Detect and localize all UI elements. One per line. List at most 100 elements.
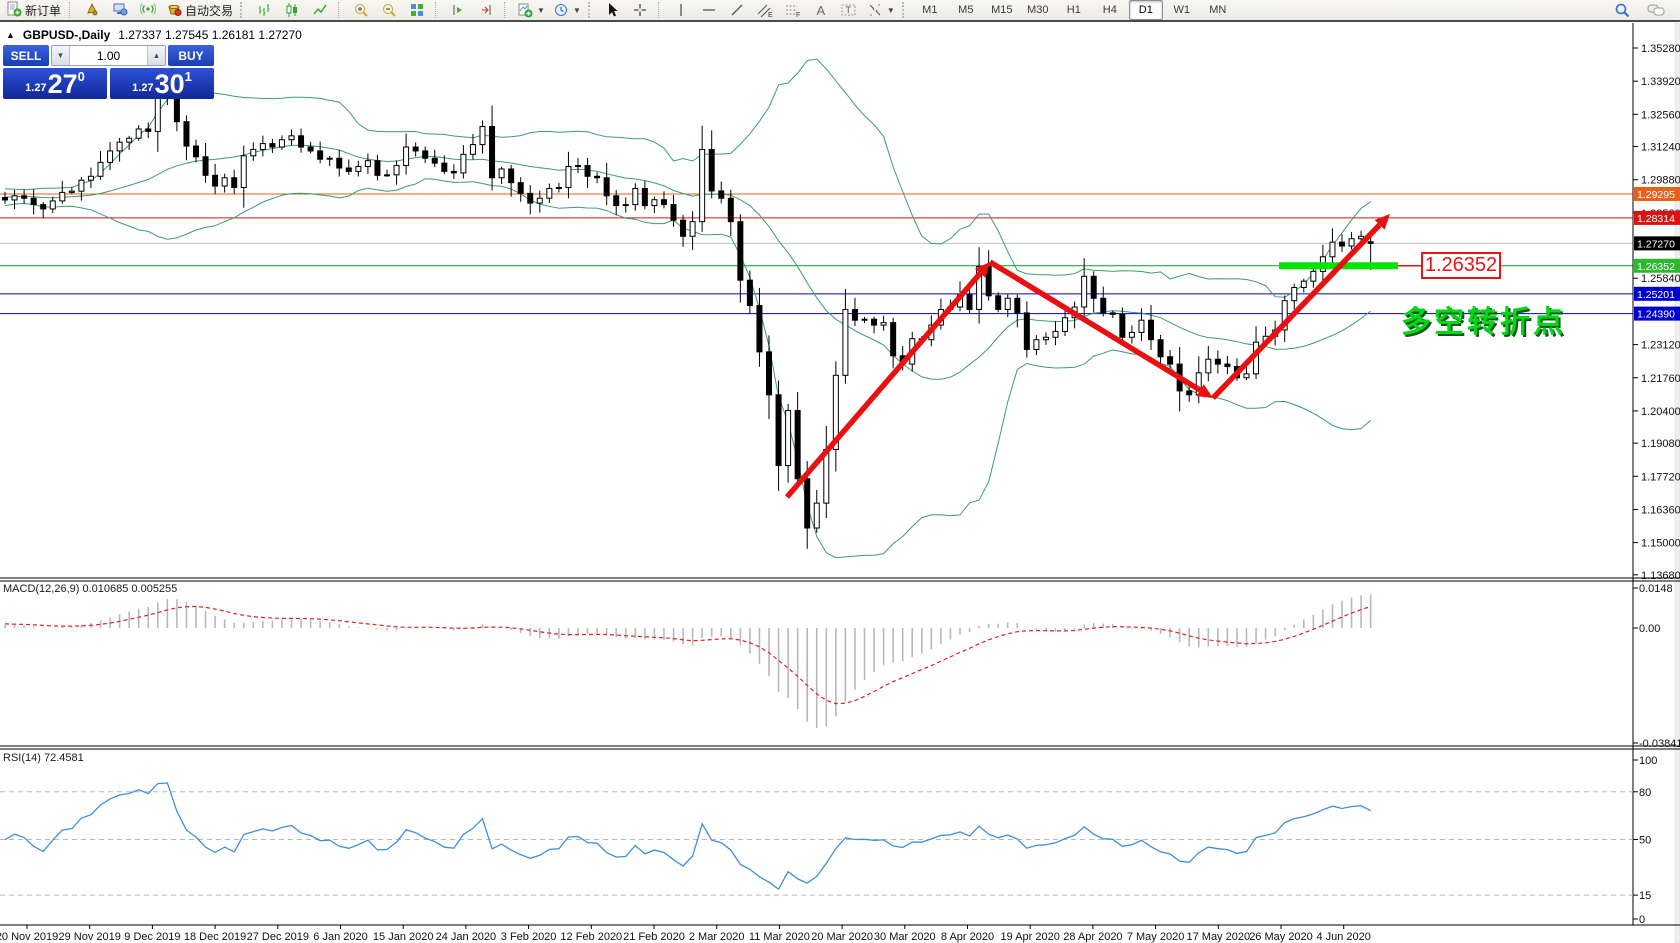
candlestick-chart-button[interactable]	[278, 0, 306, 21]
sell-price-big: 27	[48, 72, 78, 97]
search-button[interactable]	[1608, 0, 1636, 21]
svg-text:30 Mar 2020: 30 Mar 2020	[874, 931, 936, 943]
periods-button[interactable]: ▼	[549, 0, 585, 21]
timeframe-button-W1[interactable]: W1	[1165, 0, 1199, 20]
volume-increase-button[interactable]: ▲	[147, 46, 165, 65]
sell-price-sup: 0	[78, 69, 85, 84]
svg-text:1.35280: 1.35280	[1641, 43, 1680, 55]
svg-text:20 Mar 2020: 20 Mar 2020	[811, 931, 873, 943]
toolbar-grip	[240, 2, 247, 18]
svg-text:0.0148: 0.0148	[1639, 583, 1673, 595]
alerts-button[interactable]	[78, 0, 106, 21]
signals-button[interactable]	[134, 0, 162, 21]
equidistant-channel-button[interactable]: E	[751, 0, 779, 21]
zoom-in-button[interactable]	[347, 0, 375, 21]
volume-decrease-button[interactable]: ▼	[52, 46, 70, 65]
arrows-objects-button[interactable]: ▼	[863, 0, 899, 21]
chart-shift-button[interactable]	[472, 0, 500, 21]
svg-text:2 Mar 2020: 2 Mar 2020	[689, 931, 745, 943]
horizontal-line-button[interactable]	[695, 0, 723, 21]
timeframe-button-M30[interactable]: M30	[1021, 0, 1055, 20]
svg-text:1.33920: 1.33920	[1641, 76, 1680, 88]
trendline-button[interactable]	[723, 0, 751, 21]
svg-text:24 Jan 2020: 24 Jan 2020	[436, 931, 497, 943]
svg-text:15 Jan 2020: 15 Jan 2020	[373, 931, 434, 943]
tile-windows-button[interactable]	[403, 0, 431, 21]
autotrading-icon	[166, 1, 182, 20]
svg-text:1.19080: 1.19080	[1641, 438, 1680, 450]
volume-stepper: ▼ 1.00 ▲	[51, 45, 166, 66]
svg-text:1.25840: 1.25840	[1641, 273, 1680, 285]
svg-text:1.15000: 1.15000	[1641, 538, 1680, 550]
timeframe-toolbar: M1M5M15M30H1H4D1W1MN	[912, 0, 1236, 21]
sell-price-box[interactable]: 1.27 27 0	[3, 68, 107, 99]
svg-text:4 Jun 2020: 4 Jun 2020	[1316, 931, 1370, 943]
chart-canvas[interactable]: 1.352801.339201.325601.312401.298801.285…	[0, 0, 1680, 943]
new-order-label: 新订单	[25, 2, 61, 19]
buy-price-sup: 1	[185, 69, 192, 84]
buy-button[interactable]: BUY	[168, 45, 214, 66]
bell-icon	[84, 1, 100, 20]
svg-text:7 May 2020: 7 May 2020	[1127, 931, 1184, 943]
sell-price-small: 1.27	[25, 82, 46, 94]
svg-text:19 Apr 2020: 19 Apr 2020	[1001, 931, 1060, 943]
toolbar-grip	[902, 2, 909, 18]
bar-chart-button[interactable]	[250, 0, 278, 21]
dropdown-caret-icon: ▼	[537, 6, 545, 15]
svg-text:18 Dec 2019: 18 Dec 2019	[184, 931, 246, 943]
dropdown-caret-icon: ▼	[887, 6, 895, 15]
rsi-label: RSI(14) 72.4581	[3, 752, 84, 764]
timeframe-button-M1[interactable]: M1	[913, 0, 947, 20]
main-toolbar: 新订单 自动交易 ▼	[0, 0, 1680, 22]
svg-text:6 Jan 2020: 6 Jan 2020	[313, 931, 367, 943]
terminal-button[interactable]	[106, 0, 134, 21]
svg-text:1.16360: 1.16360	[1641, 504, 1680, 516]
svg-text:15: 15	[1639, 890, 1651, 902]
indicators-button[interactable]: ▼	[513, 0, 549, 21]
text-button[interactable]: A	[807, 0, 835, 21]
vertical-line-button[interactable]	[667, 0, 695, 21]
buy-price-small: 1.27	[132, 82, 153, 94]
timeframe-button-M15[interactable]: M15	[985, 0, 1019, 20]
timeframe-button-MN[interactable]: MN	[1201, 0, 1235, 20]
svg-text:8 Apr 2020: 8 Apr 2020	[941, 931, 994, 943]
svg-text:100: 100	[1639, 755, 1657, 767]
chat-button[interactable]	[1642, 0, 1670, 21]
text-icon: A	[817, 4, 826, 17]
symbol-period-label: GBPUSD-,Daily	[23, 28, 110, 42]
sell-button[interactable]: SELL	[3, 45, 49, 66]
svg-text:1.25201: 1.25201	[1637, 289, 1675, 301]
toolbar-separator	[504, 2, 509, 18]
toolbar-right-icons	[1608, 0, 1678, 21]
svg-text:26 May 2020: 26 May 2020	[1249, 931, 1313, 943]
svg-text:F: F	[796, 12, 800, 18]
new-order-button[interactable]: 新订单	[2, 0, 65, 21]
toolbar-separator	[658, 2, 663, 18]
svg-text:1.20400: 1.20400	[1641, 406, 1680, 418]
collapse-trade-panel-icon[interactable]: ▲	[6, 30, 15, 40]
svg-text:29 Nov 2019: 29 Nov 2019	[59, 931, 121, 943]
cursor-button[interactable]	[598, 0, 626, 21]
signal-icon	[140, 1, 156, 20]
symbol-info: ▲ GBPUSD-,Daily 1.27337 1.27545 1.26181 …	[6, 28, 302, 42]
crosshair-button[interactable]	[626, 0, 654, 21]
auto-scroll-button[interactable]	[444, 0, 472, 21]
dropdown-caret-icon: ▼	[573, 6, 581, 15]
timeframe-button-M5[interactable]: M5	[949, 0, 983, 20]
volume-value[interactable]: 1.00	[70, 46, 147, 65]
zoom-out-button[interactable]	[375, 0, 403, 21]
svg-text:1.27270: 1.27270	[1637, 238, 1675, 250]
timeframe-button-H1[interactable]: H1	[1057, 0, 1091, 20]
timeframe-button-D1[interactable]: D1	[1129, 0, 1163, 20]
line-chart-button[interactable]	[306, 0, 334, 21]
one-click-trade-panel: SELL ▼ 1.00 ▲ BUY 1.27 27 0 1.27 30 1	[3, 45, 214, 99]
fibonacci-button[interactable]: F	[779, 0, 807, 21]
timeframe-button-H4[interactable]: H4	[1093, 0, 1127, 20]
autotrading-button[interactable]: 自动交易	[162, 0, 237, 21]
buy-price-box[interactable]: 1.27 30 1	[110, 68, 214, 99]
svg-text:0.00: 0.00	[1639, 623, 1660, 635]
text-label-button[interactable]: T	[835, 0, 863, 21]
svg-text:-0.038415: -0.038415	[1639, 738, 1680, 750]
svg-text:1.26352: 1.26352	[1637, 261, 1675, 273]
svg-text:1.29880: 1.29880	[1641, 175, 1680, 187]
